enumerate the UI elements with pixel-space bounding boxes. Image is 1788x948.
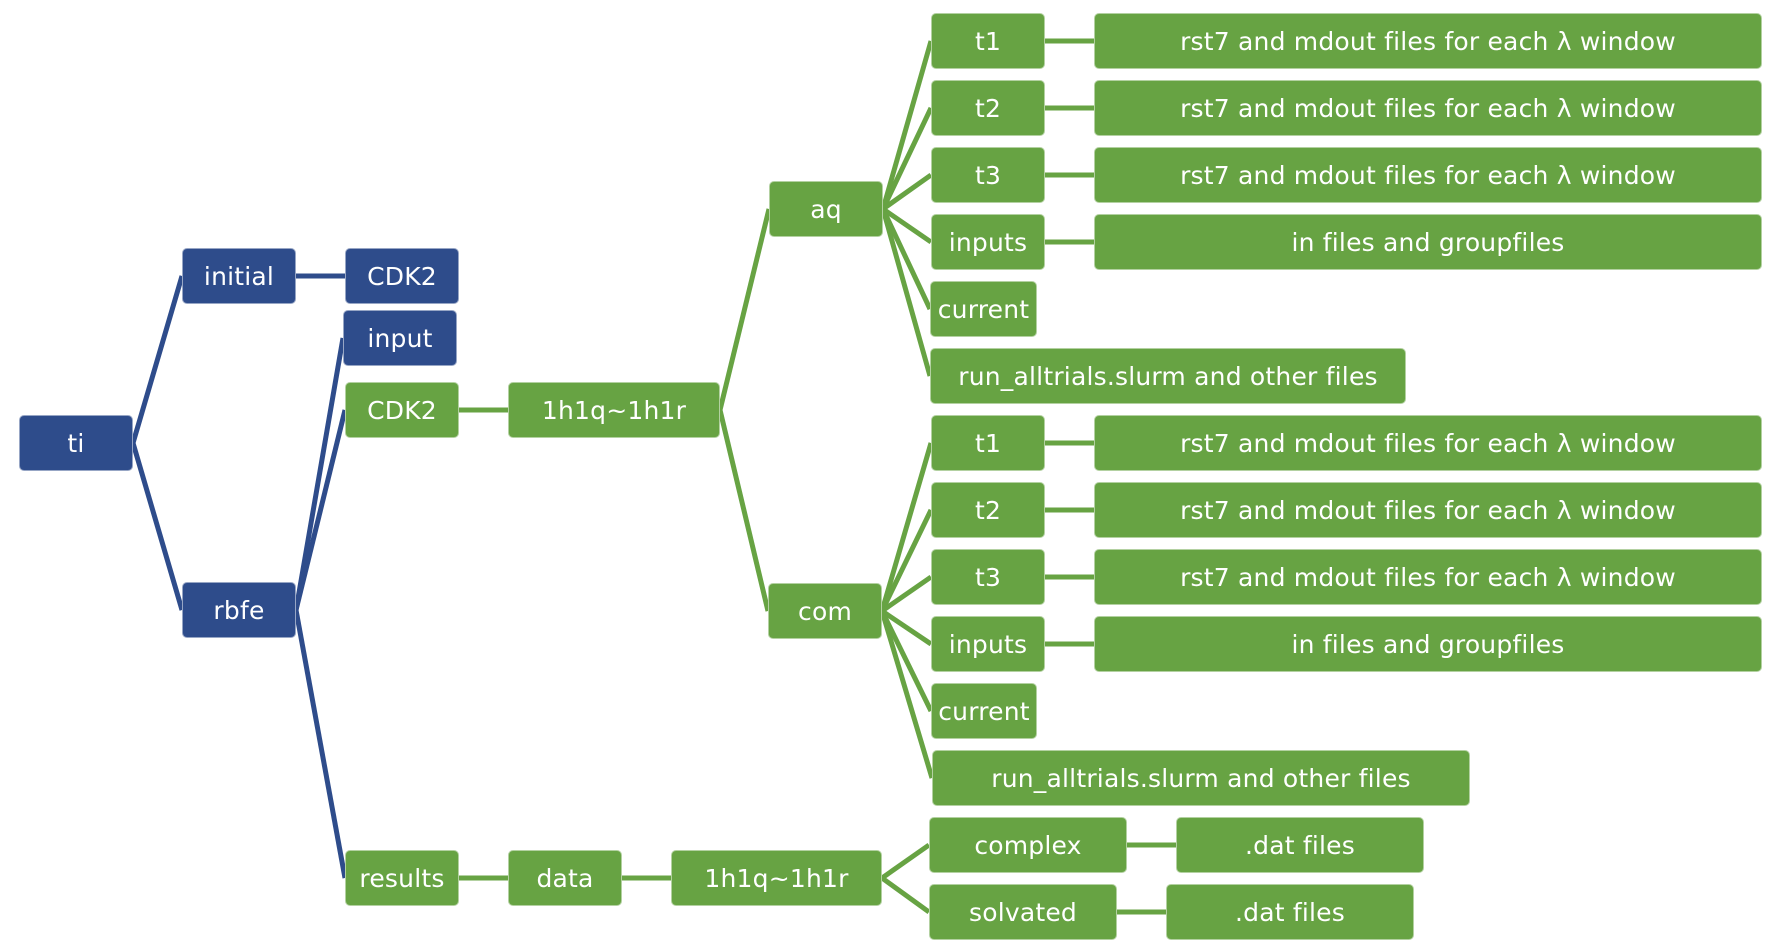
node-rbfe-input[interactable]: input (343, 310, 457, 366)
connector-rbfe-rbfe_input (293, 337, 346, 611)
node-com-t2[interactable]: t2 (931, 482, 1045, 538)
node-aq-inputs-description[interactable]: in files and groupfiles (1094, 214, 1762, 270)
connector-pair-aq (717, 208, 772, 411)
connector-pair-com (717, 409, 771, 612)
node-aq-current[interactable]: current (930, 281, 1037, 337)
node-com-inputs-description[interactable]: in files and groupfiles (1094, 616, 1762, 672)
connector-ti-rbfe (130, 442, 185, 611)
node-com-current[interactable]: current (931, 683, 1037, 739)
node-ti[interactable]: ti (19, 415, 133, 471)
node-results-pair-1h1q-1h1r[interactable]: 1h1q~1h1r (671, 850, 882, 906)
node-aq-t1[interactable]: t1 (931, 13, 1045, 69)
node-data[interactable]: data (508, 850, 622, 906)
node-com-t1[interactable]: t1 (931, 415, 1045, 471)
node-com-inputs[interactable]: inputs (931, 616, 1045, 672)
node-com-run-alltrials[interactable]: run_alltrials.slurm and other files (932, 750, 1470, 806)
connector-results_pair-solvated (880, 875, 931, 915)
node-aq-t1-description[interactable]: rst7 and mdout files for each λ window (1094, 13, 1762, 69)
connector-results_pair-complex (880, 842, 931, 881)
node-aq-t2-description[interactable]: rst7 and mdout files for each λ window (1094, 80, 1762, 136)
connector-rbfe-rbfe_cdk2 (293, 409, 348, 611)
node-solvated[interactable]: solvated (929, 884, 1117, 940)
node-complex[interactable]: complex (929, 817, 1127, 873)
node-aq-t3[interactable]: t3 (931, 147, 1045, 203)
node-pair-1h1q-1h1r[interactable]: 1h1q~1h1r (508, 382, 720, 438)
node-rbfe-cdk2[interactable]: CDK2 (345, 382, 459, 438)
node-com-t2-description[interactable]: rst7 and mdout files for each λ window (1094, 482, 1762, 538)
node-aq-t2[interactable]: t2 (931, 80, 1045, 136)
node-com-t3[interactable]: t3 (931, 549, 1045, 605)
node-com-t1-description[interactable]: rst7 and mdout files for each λ window (1094, 415, 1762, 471)
node-initial-cdk2[interactable]: CDK2 (345, 248, 459, 304)
node-aq-run-alltrials[interactable]: run_alltrials.slurm and other files (930, 348, 1406, 404)
node-com-t3-description[interactable]: rst7 and mdout files for each λ window (1094, 549, 1762, 605)
connector-ti-initial (130, 275, 185, 444)
node-results[interactable]: results (345, 850, 459, 906)
node-solvated-description[interactable]: .dat files (1166, 884, 1414, 940)
node-complex-description[interactable]: .dat files (1176, 817, 1424, 873)
node-aq-inputs[interactable]: inputs (931, 214, 1045, 270)
connector-rbfe-results (293, 609, 348, 879)
connector-lines (130, 38, 1176, 915)
node-com[interactable]: com (768, 583, 882, 639)
node-aq-t3-description[interactable]: rst7 and mdout files for each λ window (1094, 147, 1762, 203)
node-rbfe[interactable]: rbfe (182, 582, 296, 638)
node-initial[interactable]: initial (182, 248, 296, 304)
node-aq[interactable]: aq (769, 181, 883, 237)
